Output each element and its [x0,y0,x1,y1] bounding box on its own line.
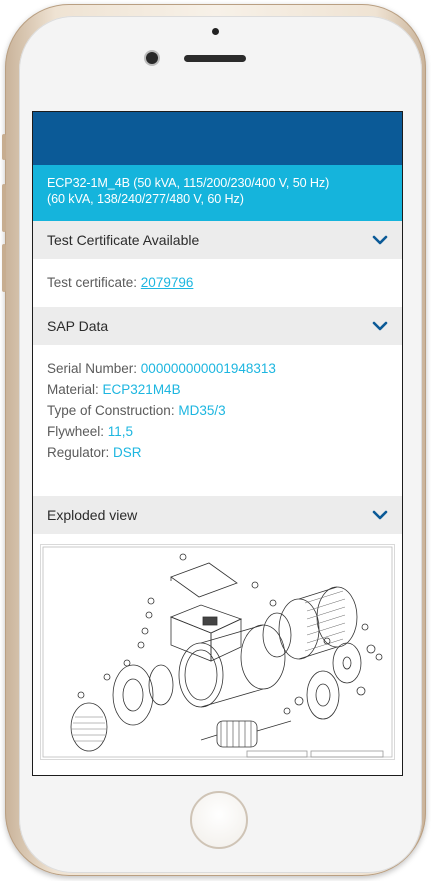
serial-number-value: 000000000001948313 [140,361,276,376]
mute-switch [2,134,6,160]
sap-section-body: Serial Number: 000000000001948313 Materi… [33,345,402,496]
chevron-down-icon[interactable] [372,321,388,332]
product-title-line-2: (60 kVA, 138/240/277/480 V, 60 Hz) [47,192,244,206]
flywheel-value: 11,5 [107,424,134,439]
sap-section-header[interactable]: SAP Data [33,307,402,345]
exploded-view-illustration [42,546,393,758]
sap-row-material: Material: ECP321M4B [47,379,388,400]
exploded-section-body [33,534,402,760]
home-button[interactable] [190,791,248,849]
regulator-label: Regulator: [47,445,114,460]
app-screen: ECP32-1M_4B (50 kVA, 115/200/230/400 V, … [32,111,403,776]
certificate-section-header[interactable]: Test Certificate Available [33,221,402,259]
earpiece-speaker [184,55,246,62]
sap-row-regulator: Regulator: DSR [47,442,388,463]
exploded-section-title: Exploded view [47,507,138,523]
front-camera [146,52,158,64]
certificate-section-title: Test Certificate Available [47,232,200,248]
volume-up-button [2,184,6,232]
regulator-value: DSR [113,445,142,460]
sap-row-serial: Serial Number: 000000000001948313 [47,358,388,379]
product-title-line-1: ECP32-1M_4B (50 kVA, 115/200/230/400 V, … [47,176,330,190]
product-banner: ECP32-1M_4B (50 kVA, 115/200/230/400 V, … [33,165,402,221]
sap-row-flywheel: Flywheel: 11,5 [47,421,388,442]
construction-label: Type of Construction: [47,403,179,418]
certificate-label: Test certificate: [47,275,141,290]
volume-down-button [2,244,6,292]
material-label: Material: [47,382,103,397]
exploded-view-drawing[interactable] [40,544,395,760]
app-bar [33,112,402,165]
chevron-down-icon[interactable] [372,235,388,246]
proximity-sensor [212,28,219,35]
certificate-section-body: Test certificate: 2079796 [33,259,402,307]
sap-row-construction: Type of Construction: MD35/3 [47,400,388,421]
chevron-down-icon[interactable] [372,510,388,521]
certificate-link[interactable]: 2079796 [141,275,194,290]
exploded-section-header[interactable]: Exploded view [33,496,402,534]
flywheel-label: Flywheel: [47,424,108,439]
sap-section-title: SAP Data [47,318,109,334]
material-value: ECP321M4B [102,382,181,397]
construction-value: MD35/3 [178,403,226,418]
serial-number-label: Serial Number: [47,361,141,376]
